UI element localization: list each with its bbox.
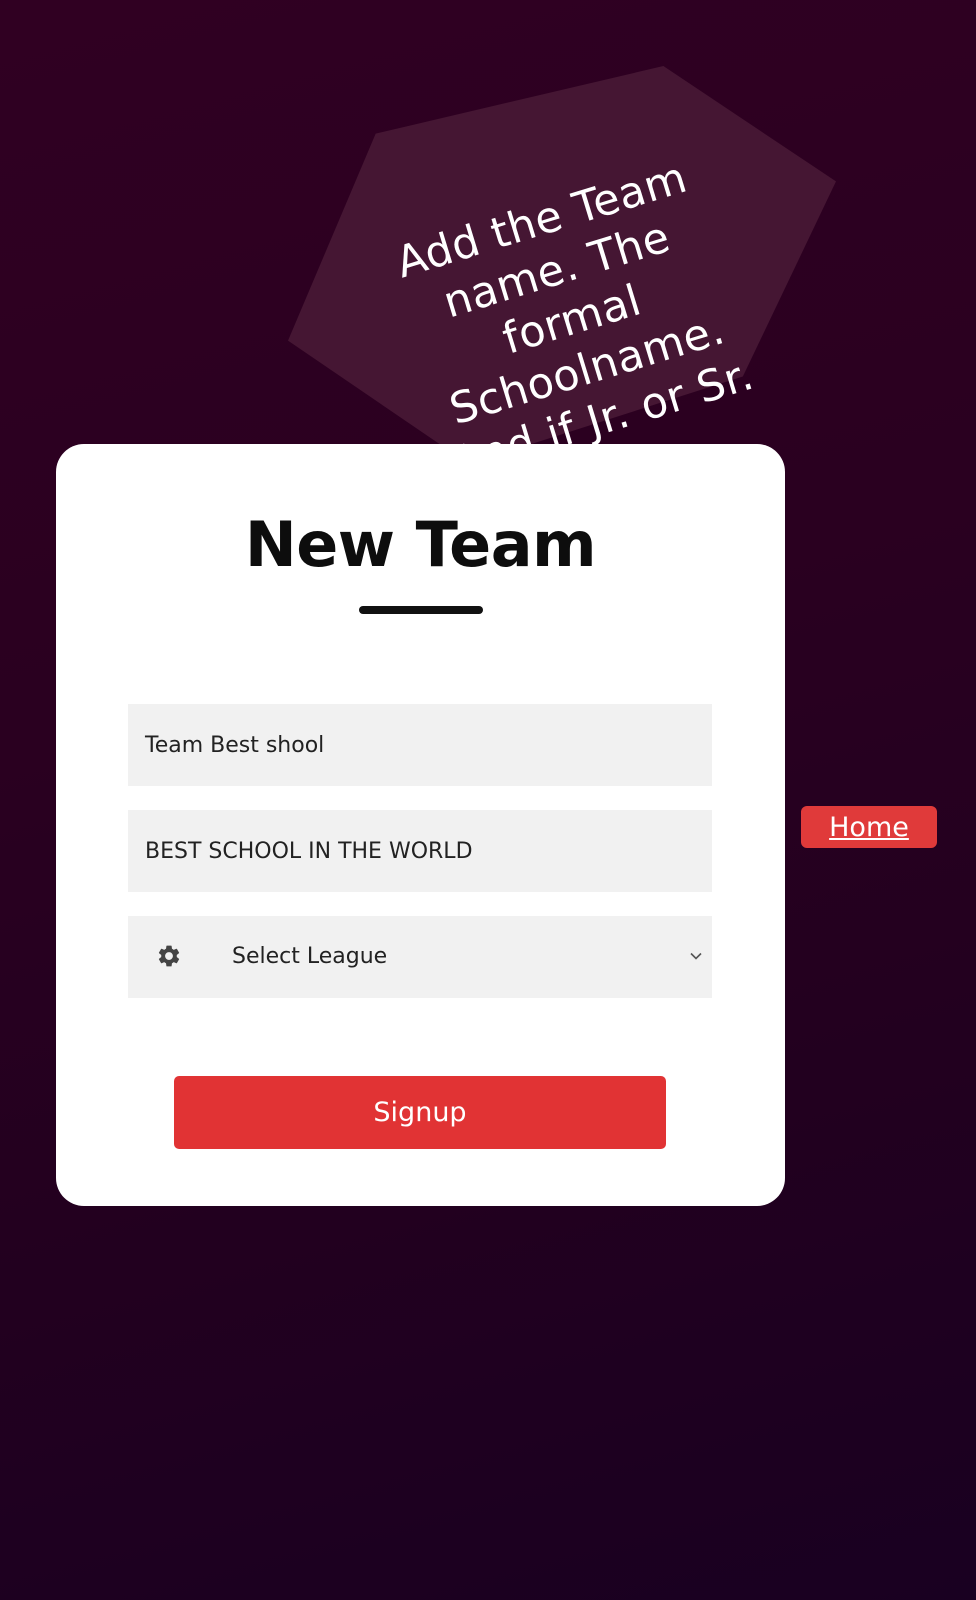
team-name-value: Team Best shool [145,732,325,758]
chevron-down-icon [690,952,702,960]
page-title: New Team [244,508,597,581]
league-select[interactable]: Select League [128,916,712,998]
league-select-value: Select League [232,944,388,969]
team-name-input[interactable]: Team Best shool [128,704,712,786]
new-team-form-card: New Team Team Best shool BEST SCHOOL IN … [56,444,785,1206]
home-button[interactable]: Home [801,806,937,848]
school-name-value: BEST SCHOOL IN THE WORLD [145,838,473,864]
title-underline [359,606,483,614]
school-name-input[interactable]: BEST SCHOOL IN THE WORLD [128,810,712,892]
signup-button[interactable]: Signup [174,1076,666,1149]
gear-icon [158,945,180,967]
